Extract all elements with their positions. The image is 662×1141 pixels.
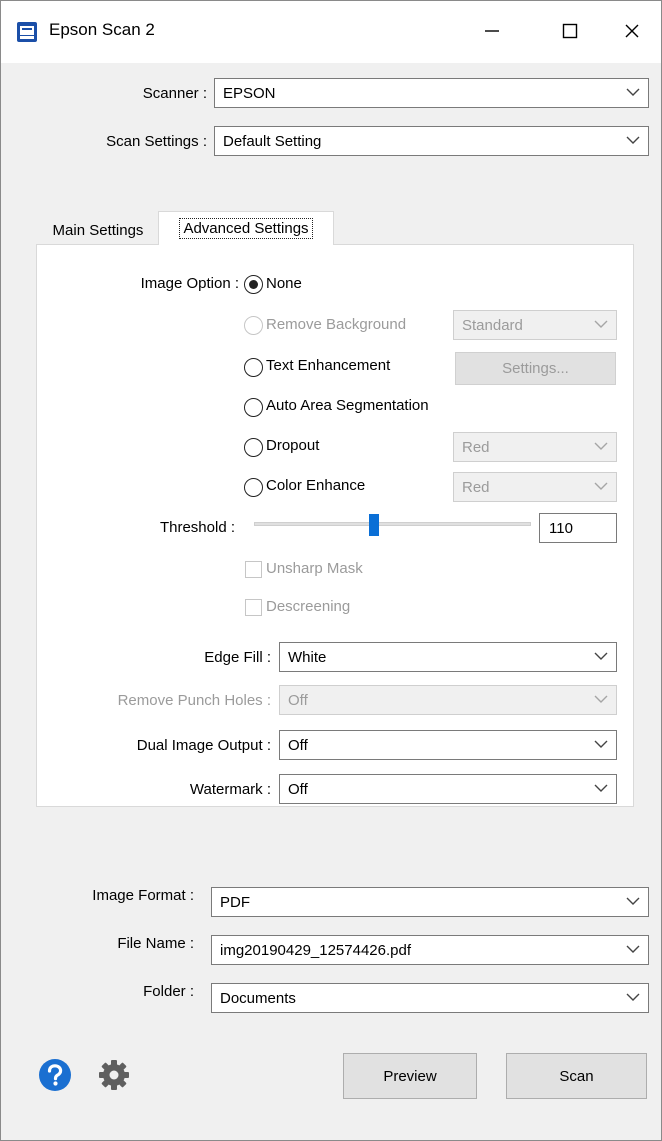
chevron-down-icon (594, 442, 608, 450)
gear-icon[interactable] (97, 1058, 131, 1092)
watermark-label: Watermark : (189, 781, 271, 798)
scanner-value: EPSON (223, 85, 276, 102)
color-enhance-value: Red (462, 479, 490, 496)
folder-select[interactable]: Documents (211, 983, 649, 1013)
unsharp-mask-checkbox (245, 561, 262, 578)
chevron-down-icon (594, 482, 608, 490)
scan-button[interactable]: Scan (506, 1053, 647, 1099)
color-enhance-select: Red (453, 472, 617, 502)
edge-fill-select[interactable]: White (279, 642, 617, 672)
minimize-button[interactable] (469, 11, 515, 51)
option-none-label[interactable]: None (266, 275, 302, 292)
preview-button-label: Preview (383, 1067, 437, 1085)
chevron-down-icon (626, 897, 640, 905)
title-bar: Epson Scan 2 (1, 1, 661, 63)
tab-advanced-settings-label: Advanced Settings (179, 218, 313, 239)
option-dropout-label[interactable]: Dropout (266, 437, 319, 454)
edge-fill-value: White (288, 649, 327, 666)
dropout-select: Red (453, 432, 617, 462)
edge-fill-label: Edge Fill : (204, 649, 271, 666)
file-name-select[interactable]: img20190429_12574426.pdf (211, 935, 649, 965)
text-enhancement-settings-button: Settings... (455, 352, 616, 385)
dual-image-output-value: Off (288, 737, 308, 754)
maximize-icon (562, 23, 578, 39)
preview-button[interactable]: Preview (343, 1053, 477, 1099)
close-button[interactable] (609, 11, 655, 51)
epson-scan-window: Epson Scan 2 Scanner : EPSON Scan Settin… (0, 0, 662, 1141)
watermark-select[interactable]: Off (279, 774, 617, 804)
descreening-label: Descreening (266, 598, 351, 615)
watermark-value: Off (288, 781, 308, 798)
threshold-slider-track[interactable] (254, 522, 531, 526)
tab-main-settings-label: Main Settings (52, 221, 144, 239)
image-format-label: Image Format : (92, 887, 194, 904)
threshold-label: Threshold : (159, 519, 235, 536)
help-icon[interactable] (38, 1058, 72, 1092)
image-format-select[interactable]: PDF (211, 887, 649, 917)
radio-auto-area-segmentation[interactable] (244, 398, 263, 417)
chevron-down-icon (626, 136, 640, 144)
scan-settings-label: Scan Settings : (106, 133, 207, 150)
scanner-label: Scanner : (142, 85, 207, 102)
unsharp-mask-label: Unsharp Mask (266, 560, 363, 577)
radio-color-enhance[interactable] (244, 478, 263, 497)
chevron-down-icon (594, 740, 608, 748)
threshold-slider-thumb[interactable] (369, 514, 379, 536)
option-remove-background-label: Remove Background (266, 316, 407, 333)
close-icon (625, 24, 639, 38)
remove-background-select: Standard (453, 310, 617, 340)
folder-value: Documents (220, 990, 296, 1007)
dual-image-output-label: Dual Image Output : (136, 737, 271, 754)
radio-text-enhancement[interactable] (244, 358, 263, 377)
radio-dropout[interactable] (244, 438, 263, 457)
file-name-label: File Name : (117, 935, 194, 952)
radio-none[interactable] (244, 275, 263, 294)
folder-label: Folder : (143, 983, 194, 1000)
chevron-down-icon (594, 652, 608, 660)
scan-button-label: Scan (559, 1067, 594, 1085)
option-text-enhancement-label[interactable]: Text Enhancement (266, 357, 390, 374)
scan-settings-select[interactable]: Default Setting (214, 126, 649, 156)
remove-background-value: Standard (462, 317, 523, 334)
remove-punch-holes-value: Off (288, 692, 308, 709)
chevron-down-icon (626, 993, 640, 1001)
maximize-button[interactable] (547, 11, 593, 51)
file-name-value: img20190429_12574426.pdf (220, 942, 412, 959)
chevron-down-icon (594, 784, 608, 792)
chevron-down-icon (594, 695, 608, 703)
window-title: Epson Scan 2 (49, 20, 155, 39)
option-auto-area-segmentation-label[interactable]: Auto Area Segmentation (266, 397, 429, 414)
dropout-value: Red (462, 439, 490, 456)
threshold-input[interactable]: 110 (539, 513, 617, 543)
chevron-down-icon (594, 320, 608, 328)
chevron-down-icon (626, 88, 640, 96)
chevron-down-icon (626, 945, 640, 953)
radio-remove-background (244, 316, 263, 335)
scan-settings-value: Default Setting (223, 133, 322, 150)
remove-punch-holes-select: Off (279, 685, 617, 715)
descreening-checkbox (245, 599, 262, 616)
image-option-label: Image Option : (140, 275, 239, 292)
settings-button-label: Settings... (502, 360, 569, 377)
option-color-enhance-label[interactable]: Color Enhance (266, 477, 365, 494)
threshold-value: 110 (549, 520, 573, 537)
dual-image-output-select[interactable]: Off (279, 730, 617, 760)
minimize-icon (485, 30, 499, 32)
app-icon (17, 22, 37, 42)
image-format-value: PDF (220, 894, 250, 911)
remove-punch-holes-label: Remove Punch Holes : (117, 692, 271, 709)
tab-main-settings[interactable]: Main Settings (38, 216, 158, 244)
tab-advanced-settings[interactable]: Advanced Settings (158, 211, 334, 245)
scanner-select[interactable]: EPSON (214, 78, 649, 108)
